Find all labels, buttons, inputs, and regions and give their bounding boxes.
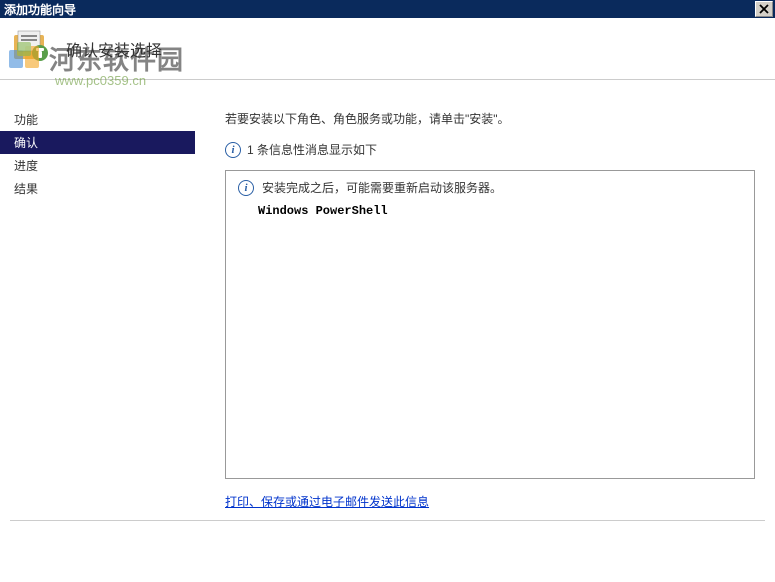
feature-item: Windows PowerShell	[238, 204, 742, 218]
instruction-text: 若要安装以下角色、角色服务或功能，请单击"安装"。	[225, 110, 755, 127]
info-icon: i	[225, 142, 241, 158]
titlebar-title: 添加功能向导	[4, 1, 76, 18]
restart-warning-row: i 安装完成之后，可能需要重新启动该服务器。	[238, 179, 742, 196]
wizard-header: 河东软件园 www.pc0359.cn 确认安装选择	[0, 18, 775, 80]
content-area: 功能 确认 进度 结果 若要安装以下角色、角色服务或功能，请单击"安装"。 i …	[0, 80, 775, 520]
export-link-row: 打印、保存或通过电子邮件发送此信息	[225, 493, 755, 510]
install-summary-box: i 安装完成之后，可能需要重新启动该服务器。 Windows PowerShel…	[225, 170, 755, 479]
sidebar-item-features[interactable]: 功能	[0, 108, 195, 131]
close-icon	[759, 4, 769, 14]
main-panel: 若要安装以下角色、角色服务或功能，请单击"安装"。 i 1 条信息性消息显示如下…	[195, 80, 775, 520]
restart-warning-text: 安装完成之后，可能需要重新启动该服务器。	[262, 179, 502, 196]
sidebar-item-confirm[interactable]: 确认	[0, 131, 195, 154]
info-messages-text: 1 条信息性消息显示如下	[247, 141, 377, 158]
close-button[interactable]	[755, 1, 773, 17]
wizard-header-title: 确认安装选择	[66, 37, 162, 61]
info-icon: i	[238, 180, 254, 196]
sidebar-item-results[interactable]: 结果	[0, 177, 195, 200]
wizard-header-icon	[10, 25, 58, 73]
print-save-email-link[interactable]: 打印、保存或通过电子邮件发送此信息	[225, 495, 429, 509]
wizard-sidebar: 功能 确认 进度 结果	[0, 80, 195, 520]
titlebar: 添加功能向导	[0, 0, 775, 18]
footer-divider	[10, 520, 765, 521]
info-messages-row: i 1 条信息性消息显示如下	[225, 141, 755, 158]
sidebar-item-progress[interactable]: 进度	[0, 154, 195, 177]
